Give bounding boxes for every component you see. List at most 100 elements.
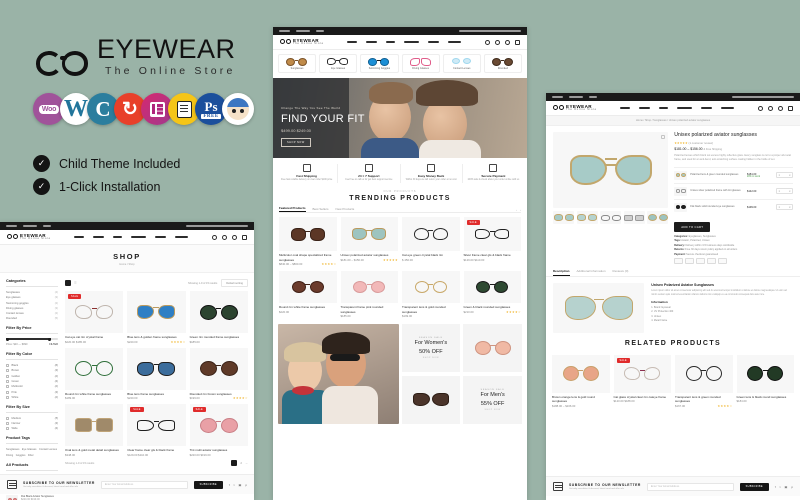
checkbox-icon[interactable] bbox=[6, 427, 9, 431]
header-icons[interactable] bbox=[212, 234, 247, 240]
product-card[interactable]: Blue lens frame sunglasses $240.00 bbox=[127, 347, 186, 400]
product-card[interactable]: Transparent lens & gold rounded sunglass… bbox=[402, 271, 460, 318]
social-links[interactable]: f t ▣ p bbox=[775, 485, 793, 489]
pinterest-icon[interactable]: p bbox=[245, 483, 247, 487]
promo-women-text[interactable]: SEASON SALE For Women's 50% OFF SHOP NOW bbox=[401, 324, 461, 373]
product-card[interactable]: SALE Tint multi aviator sunglasses $220.… bbox=[189, 404, 248, 457]
nav-item-home[interactable] bbox=[347, 40, 358, 44]
tab-description[interactable]: Description bbox=[553, 269, 570, 276]
search-icon[interactable] bbox=[758, 105, 763, 111]
tab-additional-information[interactable]: Additional Information bbox=[577, 269, 606, 276]
category-tile[interactable]: Swimming Goggles bbox=[360, 54, 399, 73]
nav-item-pages[interactable] bbox=[428, 40, 440, 44]
product-thumbnail[interactable] bbox=[553, 211, 575, 224]
checkbox-icon[interactable] bbox=[6, 390, 9, 394]
meta-value[interactable]: Aviator, Polarized, Unisex bbox=[681, 239, 709, 242]
quantity-stepper[interactable]: 1 ▾ bbox=[776, 204, 793, 210]
newsletter-subscribe-button[interactable]: SUBSCRIBE bbox=[193, 480, 223, 489]
product-tag[interactable]: Eye Glasses bbox=[22, 448, 37, 451]
color-filter-item[interactable]: Golden (2) bbox=[6, 374, 58, 378]
size-filter-item[interactable]: Medium (5) bbox=[6, 416, 58, 420]
stepper-arrows-icon[interactable]: ▾ bbox=[789, 174, 790, 177]
product-card[interactable]: SALE Clear frame clear gls & black frame… bbox=[127, 404, 186, 457]
category-tile[interactable]: Rounded bbox=[483, 54, 523, 73]
header-icons[interactable] bbox=[485, 39, 520, 45]
product-card[interactable]: Blue lens & golden frame sunglasses $240… bbox=[127, 291, 186, 344]
topbar-links[interactable] bbox=[6, 225, 51, 227]
meta-value[interactable]: Eyeglasses, Sunglasses bbox=[689, 235, 716, 238]
cart-icon[interactable] bbox=[515, 39, 520, 45]
checkbox-icon[interactable] bbox=[6, 379, 9, 383]
nav-item-shop[interactable] bbox=[366, 40, 378, 44]
add-to-cart-button[interactable]: ADD TO CART bbox=[674, 221, 711, 232]
page-2[interactable]: 2 bbox=[240, 461, 242, 465]
wishlist-icon[interactable] bbox=[495, 39, 500, 45]
product-tag[interactable]: Filter bbox=[28, 454, 34, 457]
category-tile[interactable]: Diving Glasses bbox=[401, 54, 440, 73]
header-logo[interactable]: EYEWEAR The Online Store bbox=[280, 38, 324, 46]
promo-men-text[interactable]: SEASON SALE For Men's 55% OFF SHOP NOW bbox=[463, 375, 522, 424]
account-icon[interactable] bbox=[778, 105, 783, 111]
pinterest-icon[interactable]: p bbox=[791, 485, 793, 489]
sidebar-mini-product[interactable]: Flat Black Aviator Sunglasses $220.00 $1… bbox=[6, 494, 58, 500]
size-filter-item[interactable]: Wide (4) bbox=[6, 427, 58, 431]
sort-select[interactable]: Default sorting bbox=[221, 279, 248, 287]
product-tag[interactable]: Diving bbox=[6, 454, 13, 457]
nav-item-contact[interactable] bbox=[448, 40, 462, 44]
product-card[interactable]: Multicolor oval shape specialized frame … bbox=[279, 217, 337, 266]
nav-item-shop[interactable] bbox=[93, 235, 105, 239]
size-filter-item[interactable]: Narrow (3) bbox=[6, 422, 58, 426]
newsletter-email-input[interactable]: Enter Your Email Address bbox=[100, 480, 188, 489]
nav-item-elements[interactable] bbox=[677, 106, 693, 110]
instagram-icon[interactable]: ▣ bbox=[784, 485, 787, 489]
checkbox-icon[interactable] bbox=[6, 416, 9, 420]
product-thumbnail[interactable] bbox=[576, 211, 598, 224]
newsletter-subscribe-button[interactable]: SUBSCRIBE bbox=[739, 482, 769, 491]
zoom-icon[interactable] bbox=[661, 135, 666, 139]
product-card[interactable]: Cat eye green crystal black rim $ 450.00 bbox=[402, 217, 460, 266]
color-filter-item[interactable]: Multicolor (2) bbox=[6, 385, 58, 389]
product-card[interactable]: Oval lens & gold metal detail sunglasses… bbox=[65, 404, 124, 457]
header-logo[interactable]: EYEWEAR The Online Store bbox=[553, 104, 597, 112]
product-detail-tabs[interactable]: Description Additional Information Revie… bbox=[546, 264, 800, 277]
product-card[interactable]: SALE Cat glass crystal clear rim cateye … bbox=[613, 354, 671, 408]
color-filter-item[interactable]: Brown (3) bbox=[6, 369, 58, 373]
tab-featured-products[interactable]: Featured Products bbox=[279, 206, 306, 213]
quantity-stepper[interactable]: 1 ▾ bbox=[776, 188, 793, 194]
sidebar-category-item[interactable]: Diving glasses (3) bbox=[6, 307, 58, 310]
nav-item-pages[interactable] bbox=[155, 235, 167, 239]
product-card[interactable]: Unisex polarized aviator sunglasses $181… bbox=[340, 217, 398, 266]
wishlist-icon[interactable] bbox=[768, 105, 773, 111]
sidebar-category-item[interactable]: Rounded (5) bbox=[6, 317, 58, 320]
product-card[interactable]: Round rim white frame sunglasses $220.00 bbox=[279, 271, 337, 318]
price-filter-button[interactable]: FILTER bbox=[49, 343, 58, 346]
product-card[interactable]: Round rim white frame sunglasses $189.00 bbox=[65, 347, 124, 400]
checkbox-icon[interactable] bbox=[6, 374, 9, 378]
newsletter-email-input[interactable]: Enter Your Email Address bbox=[646, 482, 734, 491]
hero-shop-now-button[interactable]: SHOP NOW bbox=[281, 138, 311, 147]
facebook-icon[interactable]: f bbox=[229, 483, 230, 487]
stepper-arrows-icon[interactable]: ▾ bbox=[789, 206, 790, 209]
search-icon[interactable] bbox=[485, 39, 490, 45]
nav-item-home[interactable] bbox=[74, 235, 85, 239]
social-links[interactable]: f t ▣ p bbox=[229, 483, 247, 487]
product-tag[interactable]: Contact Lenses bbox=[39, 448, 57, 451]
color-filter-item[interactable]: Pink (3) bbox=[6, 390, 58, 394]
color-filter-item[interactable]: Green (4) bbox=[6, 379, 58, 383]
checkbox-icon[interactable] bbox=[6, 395, 9, 399]
color-filter-item[interactable]: White (2) bbox=[6, 395, 58, 399]
account-icon[interactable] bbox=[232, 234, 237, 240]
review-count[interactable]: (1 customer review) bbox=[689, 141, 714, 145]
nav-item-elements[interactable] bbox=[404, 40, 420, 44]
topbar-links[interactable] bbox=[552, 96, 597, 98]
main-nav[interactable] bbox=[74, 235, 189, 239]
grid-view-icon[interactable] bbox=[65, 280, 71, 286]
category-tile[interactable]: Contact Lenses bbox=[442, 54, 481, 73]
search-icon[interactable] bbox=[212, 234, 217, 240]
header-icons[interactable] bbox=[758, 105, 793, 111]
nav-item-blog[interactable] bbox=[386, 40, 396, 44]
sidebar-category-item[interactable]: Eye glasses (3) bbox=[6, 296, 58, 299]
pagination[interactable]: 2 → bbox=[231, 459, 248, 466]
header-logo[interactable]: EYEWEAR The Online Store bbox=[7, 233, 51, 241]
list-view-icon[interactable]: ☰ bbox=[74, 281, 77, 285]
